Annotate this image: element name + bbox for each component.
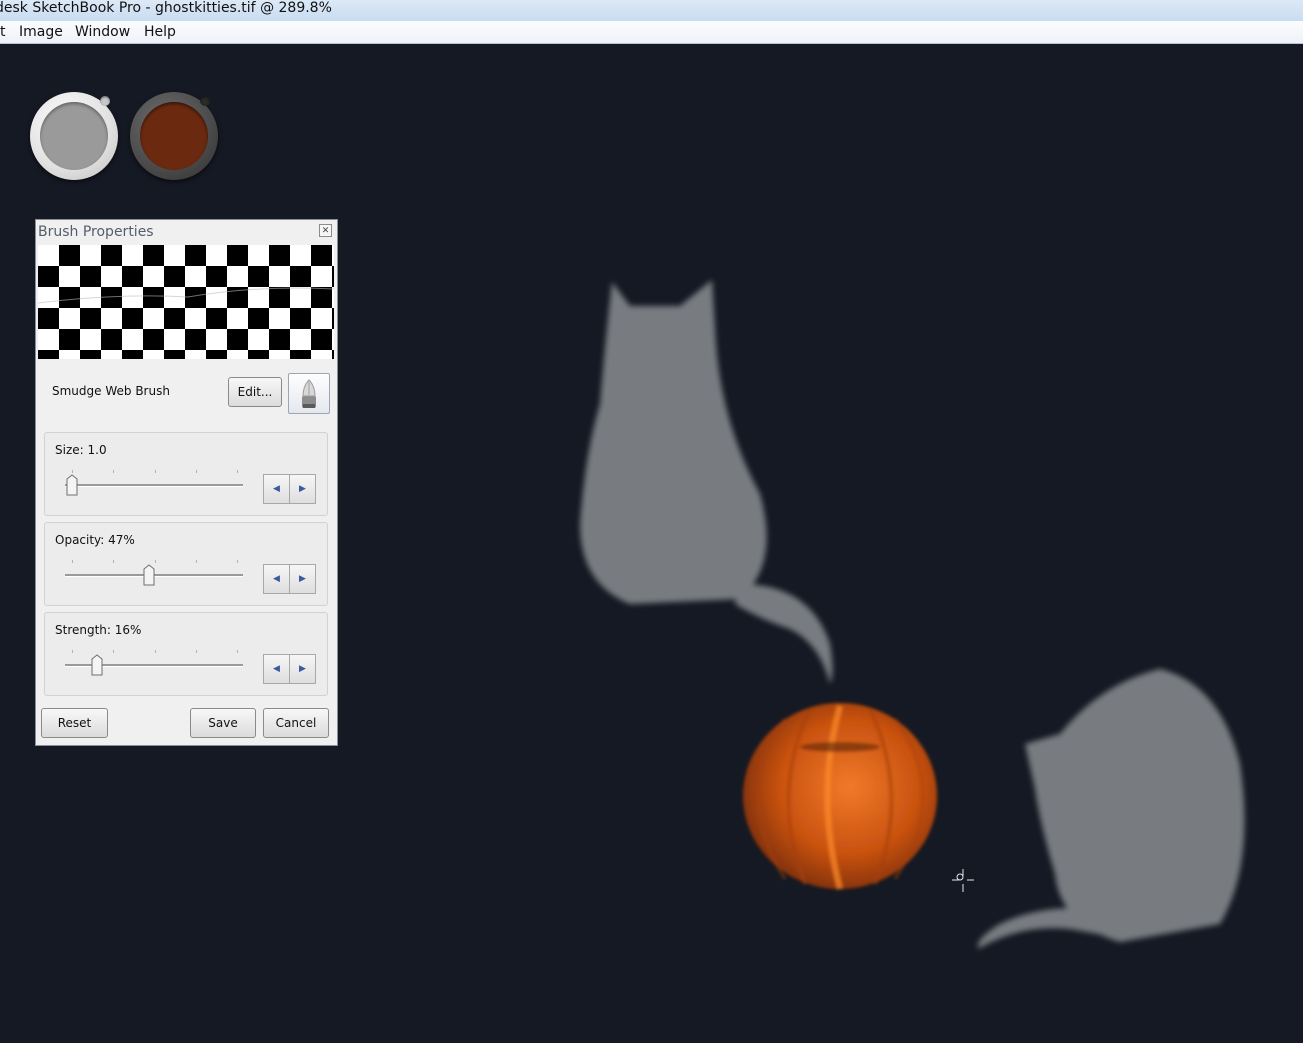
- slider-tick: [237, 470, 238, 473]
- slider-tick: [113, 470, 114, 473]
- smudge-brush-icon: [302, 379, 316, 408]
- slider-tick: [155, 470, 156, 473]
- slider-tick: [72, 560, 73, 563]
- slider-tick: [113, 560, 114, 563]
- slider-tick: [155, 650, 156, 653]
- brush-icon-button[interactable]: [288, 373, 330, 414]
- menu-item-window[interactable]: Window: [75, 24, 130, 40]
- strength-slider-thumb[interactable]: [91, 654, 103, 676]
- primary-color-swatch[interactable]: [30, 92, 118, 180]
- size-slider-thumb[interactable]: [66, 474, 78, 496]
- strength-label: Strength: 16%: [55, 623, 142, 637]
- slider-tick: [196, 650, 197, 653]
- opacity-slider-group: Opacity: 47% ◀ ▶: [44, 522, 328, 606]
- menu-bar: t Image Window Help: [0, 21, 1303, 44]
- save-button[interactable]: Save: [190, 708, 256, 738]
- decrease-strength-icon[interactable]: ◀: [264, 655, 290, 683]
- strength-slider-group: Strength: 16% ◀ ▶: [44, 612, 328, 696]
- increase-size-icon[interactable]: ▶: [290, 475, 315, 503]
- brush-name: Smudge Web Brush: [52, 384, 170, 398]
- close-icon[interactable]: ✕: [319, 224, 332, 237]
- ghost-cat-sitting: [580, 280, 833, 684]
- pumpkin: [743, 703, 937, 890]
- swatch-indicator-icon: [100, 96, 110, 106]
- increase-opacity-icon[interactable]: ▶: [290, 565, 315, 593]
- decrease-opacity-icon[interactable]: ◀: [264, 565, 290, 593]
- slider-tick: [72, 650, 73, 653]
- increase-strength-icon[interactable]: ▶: [290, 655, 315, 683]
- size-label: Size: 1.0: [55, 443, 107, 457]
- slider-tick: [196, 470, 197, 473]
- edit-brush-button[interactable]: Edit...: [228, 377, 282, 407]
- size-slider-group: Size: 1.0 ◀ ▶: [44, 432, 328, 516]
- slider-tick: [155, 560, 156, 563]
- reset-button[interactable]: Reset: [41, 708, 108, 738]
- slider-tick: [72, 470, 73, 473]
- opacity-slider-thumb[interactable]: [143, 564, 155, 586]
- size-stepper[interactable]: ◀ ▶: [263, 474, 316, 504]
- slider-tick: [237, 560, 238, 563]
- window-title-bar: desk SketchBook Pro - ghostkitties.tif @…: [0, 0, 1303, 21]
- stroke-preview-icon: [38, 287, 334, 304]
- secondary-color-fill: [140, 102, 208, 170]
- ghost-cat-crouching: [977, 669, 1245, 949]
- cancel-button[interactable]: Cancel: [263, 708, 329, 738]
- strength-stepper[interactable]: ◀ ▶: [263, 654, 316, 684]
- opacity-label: Opacity: 47%: [55, 533, 135, 547]
- size-slider-track[interactable]: [65, 484, 243, 487]
- slider-tick: [237, 650, 238, 653]
- brush-properties-panel: Brush Properties ✕ Smudge Web Brush Edit…: [35, 219, 338, 746]
- primary-color-fill: [40, 102, 108, 170]
- crosshair-cursor: [952, 869, 974, 892]
- panel-title: Brush Properties: [38, 224, 154, 240]
- slider-tick: [196, 560, 197, 563]
- menu-item-image[interactable]: Image: [19, 24, 63, 40]
- secondary-color-swatch[interactable]: [130, 92, 218, 180]
- decrease-size-icon[interactable]: ◀: [264, 475, 290, 503]
- slider-tick: [113, 650, 114, 653]
- swatch-indicator-icon: [200, 96, 210, 106]
- window-title: desk SketchBook Pro - ghostkitties.tif @…: [0, 0, 332, 16]
- brush-preview: [38, 245, 334, 359]
- opacity-stepper[interactable]: ◀ ▶: [263, 564, 316, 594]
- menu-item-help[interactable]: Help: [144, 24, 176, 40]
- menu-item-edit[interactable]: t: [0, 24, 6, 40]
